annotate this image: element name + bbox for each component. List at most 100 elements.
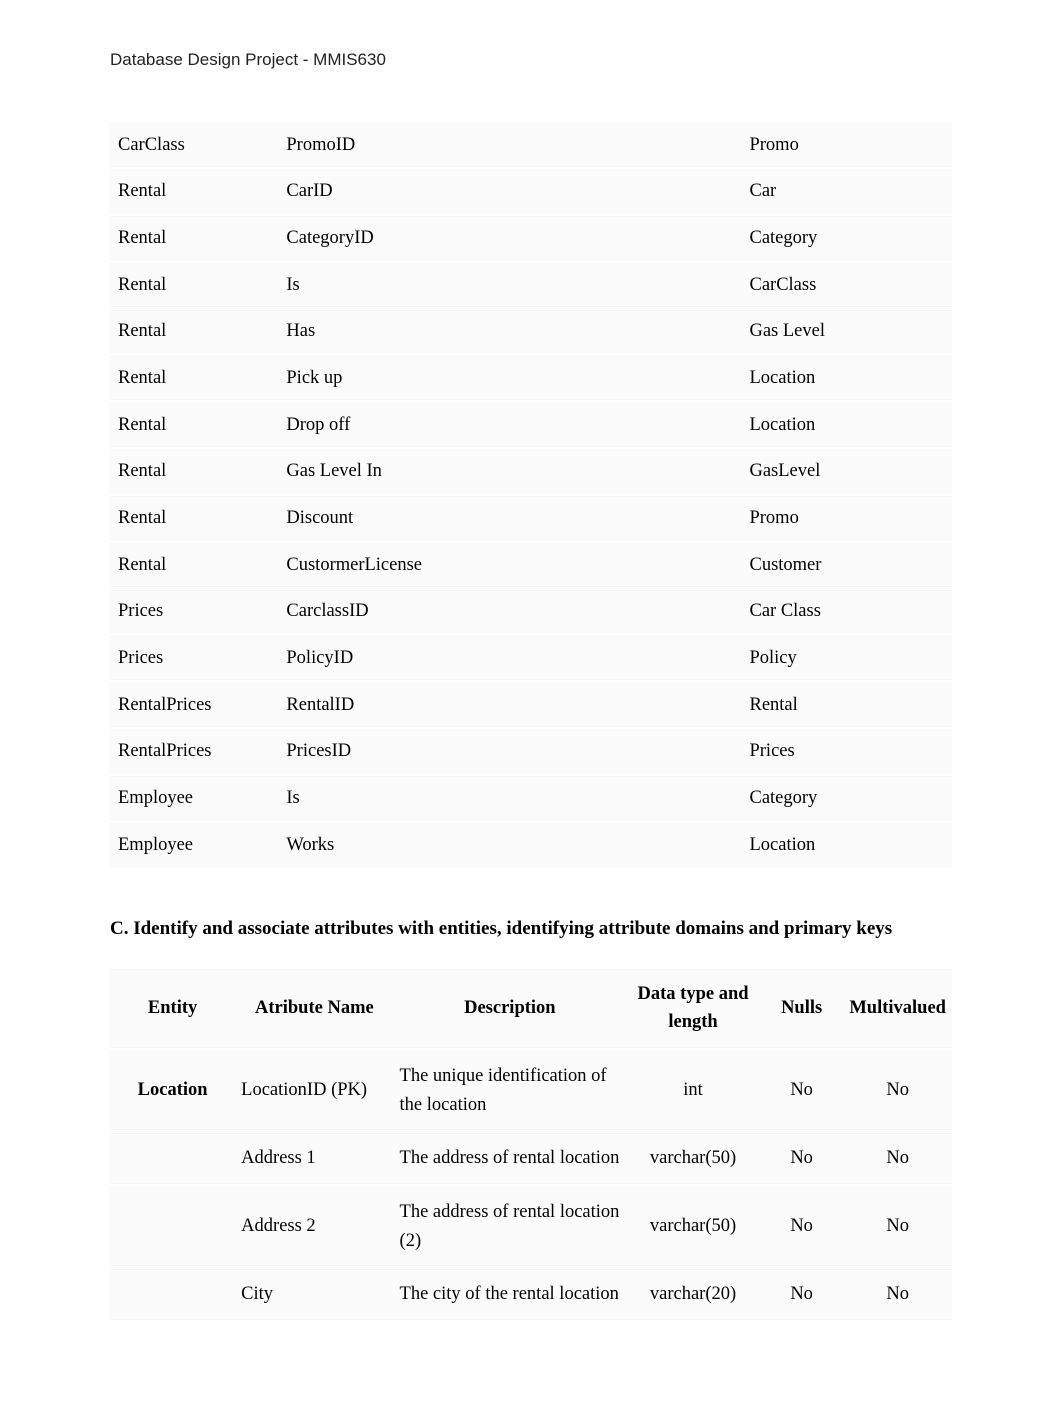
rel-middle-attribute: Gas Level In bbox=[278, 450, 741, 494]
table-row: Address 1The address of rental locationv… bbox=[110, 1133, 952, 1184]
cell-multivalued: No bbox=[843, 1133, 952, 1184]
cell-nulls: No bbox=[760, 1051, 843, 1130]
cell-datatype: int bbox=[626, 1051, 760, 1130]
section-c-heading: C. Identify and associate attributes wit… bbox=[110, 910, 952, 948]
rel-middle-attribute: CarclassID bbox=[278, 590, 741, 634]
rel-right-entity: GasLevel bbox=[741, 450, 952, 494]
rel-left-entity: Rental bbox=[110, 403, 278, 447]
table-row: RentalCategoryIDCategory bbox=[110, 216, 952, 260]
cell-description: The city of the rental location bbox=[394, 1269, 627, 1320]
cell-nulls: No bbox=[760, 1187, 843, 1266]
rel-middle-attribute: PolicyID bbox=[278, 636, 741, 680]
cell-datatype: varchar(50) bbox=[626, 1187, 760, 1266]
attribute-table-header-row: Entity Atribute Name Description Data ty… bbox=[110, 969, 952, 1048]
col-multivalued-header: Multivalued bbox=[843, 969, 952, 1048]
rel-middle-attribute: Is bbox=[278, 776, 741, 820]
rel-right-entity: Car Class bbox=[741, 590, 952, 634]
rel-right-entity: Prices bbox=[741, 730, 952, 774]
rel-left-entity: Prices bbox=[110, 636, 278, 680]
rel-right-entity: Rental bbox=[741, 683, 952, 727]
col-nulls-header: Nulls bbox=[760, 969, 843, 1048]
rel-right-entity: Promo bbox=[741, 496, 952, 540]
rel-right-entity: Promo bbox=[741, 123, 952, 167]
rel-middle-attribute: CategoryID bbox=[278, 216, 741, 260]
cell-datatype: varchar(50) bbox=[626, 1133, 760, 1184]
cell-datatype: varchar(20) bbox=[626, 1269, 760, 1320]
cell-description: The address of rental location bbox=[394, 1133, 627, 1184]
table-row: EmployeeWorksLocation bbox=[110, 823, 952, 867]
rel-left-entity: Employee bbox=[110, 823, 278, 867]
cell-attribute-name: City bbox=[235, 1269, 393, 1320]
rel-left-entity: Employee bbox=[110, 776, 278, 820]
rel-right-entity: Category bbox=[741, 216, 952, 260]
rel-middle-attribute: Drop off bbox=[278, 403, 741, 447]
rel-right-entity: Gas Level bbox=[741, 310, 952, 354]
rel-left-entity: Rental bbox=[110, 216, 278, 260]
cell-entity: Location bbox=[110, 1051, 235, 1130]
table-row: PricesCarclassIDCar Class bbox=[110, 590, 952, 634]
table-row: Address 2The address of rental location … bbox=[110, 1187, 952, 1266]
table-row: RentalHasGas Level bbox=[110, 310, 952, 354]
table-row: RentalIsCarClass bbox=[110, 263, 952, 307]
rel-right-entity: Car bbox=[741, 170, 952, 214]
rel-middle-attribute: Pick up bbox=[278, 356, 741, 400]
table-row: RentalGas Level InGasLevel bbox=[110, 450, 952, 494]
cell-multivalued: No bbox=[843, 1187, 952, 1266]
cell-attribute-name: Address 2 bbox=[235, 1187, 393, 1266]
rel-left-entity: Rental bbox=[110, 263, 278, 307]
rel-left-entity: Rental bbox=[110, 310, 278, 354]
col-attribute-header: Atribute Name bbox=[235, 969, 393, 1048]
relationship-table: CarClassPromoIDPromoRentalCarIDCarRental… bbox=[110, 120, 952, 870]
cell-entity bbox=[110, 1133, 235, 1184]
cell-nulls: No bbox=[760, 1269, 843, 1320]
rel-middle-attribute: Is bbox=[278, 263, 741, 307]
rel-left-entity: CarClass bbox=[110, 123, 278, 167]
cell-attribute-name: LocationID (PK) bbox=[235, 1051, 393, 1130]
rel-right-entity: Customer bbox=[741, 543, 952, 587]
table-row: RentalCustormerLicenseCustomer bbox=[110, 543, 952, 587]
rel-middle-attribute: Works bbox=[278, 823, 741, 867]
rel-left-entity: Rental bbox=[110, 356, 278, 400]
cell-attribute-name: Address 1 bbox=[235, 1133, 393, 1184]
rel-middle-attribute: RentalID bbox=[278, 683, 741, 727]
table-row: RentalPricesRentalIDRental bbox=[110, 683, 952, 727]
table-row: EmployeeIsCategory bbox=[110, 776, 952, 820]
rel-left-entity: Rental bbox=[110, 543, 278, 587]
col-description-header: Description bbox=[394, 969, 627, 1048]
rel-right-entity: Location bbox=[741, 356, 952, 400]
rel-right-entity: Location bbox=[741, 403, 952, 447]
rel-middle-attribute: Has bbox=[278, 310, 741, 354]
rel-right-entity: Location bbox=[741, 823, 952, 867]
rel-right-entity: CarClass bbox=[741, 263, 952, 307]
rel-right-entity: Category bbox=[741, 776, 952, 820]
cell-entity bbox=[110, 1187, 235, 1266]
table-row: RentalPick upLocation bbox=[110, 356, 952, 400]
rel-left-entity: RentalPrices bbox=[110, 730, 278, 774]
cell-description: The address of rental location (2) bbox=[394, 1187, 627, 1266]
rel-left-entity: RentalPrices bbox=[110, 683, 278, 727]
rel-middle-attribute: CustormerLicense bbox=[278, 543, 741, 587]
attribute-table: Entity Atribute Name Description Data ty… bbox=[110, 966, 952, 1323]
page-header: Database Design Project - MMIS630 bbox=[110, 50, 952, 70]
rel-left-entity: Rental bbox=[110, 170, 278, 214]
rel-left-entity: Rental bbox=[110, 496, 278, 540]
table-row: RentalCarIDCar bbox=[110, 170, 952, 214]
rel-left-entity: Rental bbox=[110, 450, 278, 494]
rel-left-entity: Prices bbox=[110, 590, 278, 634]
cell-multivalued: No bbox=[843, 1051, 952, 1130]
col-datatype-header: Data type and length bbox=[626, 969, 760, 1048]
table-row: CarClassPromoIDPromo bbox=[110, 123, 952, 167]
rel-right-entity: Policy bbox=[741, 636, 952, 680]
table-row: RentalDiscountPromo bbox=[110, 496, 952, 540]
table-row: CityThe city of the rental locationvarch… bbox=[110, 1269, 952, 1320]
table-row: RentalPricesPricesIDPrices bbox=[110, 730, 952, 774]
cell-nulls: No bbox=[760, 1133, 843, 1184]
table-row: PricesPolicyIDPolicy bbox=[110, 636, 952, 680]
cell-description: The unique identification of the locatio… bbox=[394, 1051, 627, 1130]
rel-middle-attribute: PricesID bbox=[278, 730, 741, 774]
rel-middle-attribute: Discount bbox=[278, 496, 741, 540]
col-entity-header: Entity bbox=[110, 969, 235, 1048]
cell-entity bbox=[110, 1269, 235, 1320]
table-row: LocationLocationID (PK)The unique identi… bbox=[110, 1051, 952, 1130]
table-row: RentalDrop offLocation bbox=[110, 403, 952, 447]
